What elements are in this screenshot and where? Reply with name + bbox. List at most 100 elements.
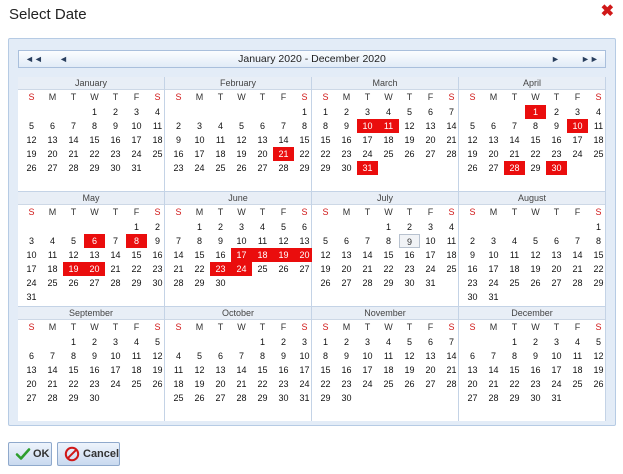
day-cell[interactable]: 30 xyxy=(399,276,420,290)
day-cell[interactable]: 18 xyxy=(252,248,273,262)
day-cell[interactable]: 10 xyxy=(21,248,42,262)
day-cell[interactable]: 18 xyxy=(378,133,399,147)
day-cell[interactable]: 14 xyxy=(504,133,525,147)
day-cell[interactable]: 15 xyxy=(126,248,147,262)
day-cell[interactable]: 17 xyxy=(189,147,210,161)
day-cell[interactable]: 12 xyxy=(399,349,420,363)
day-cell[interactable]: 12 xyxy=(273,234,294,248)
day-cell[interactable]: 20 xyxy=(84,262,105,276)
day-cell[interactable]: 13 xyxy=(252,133,273,147)
day-cell[interactable]: 25 xyxy=(504,276,525,290)
day-cell[interactable]: 5 xyxy=(63,234,84,248)
day-cell[interactable]: 13 xyxy=(42,133,63,147)
day-cell[interactable]: 27 xyxy=(252,161,273,175)
day-cell[interactable]: 8 xyxy=(63,349,84,363)
day-cell[interactable]: 8 xyxy=(315,349,336,363)
day-cell[interactable]: 18 xyxy=(42,262,63,276)
day-cell[interactable]: 20 xyxy=(252,147,273,161)
day-cell[interactable]: 1 xyxy=(84,105,105,119)
day-cell[interactable]: 13 xyxy=(546,248,567,262)
day-cell[interactable]: 18 xyxy=(588,133,609,147)
day-cell[interactable]: 24 xyxy=(105,377,126,391)
day-cell[interactable]: 30 xyxy=(336,161,357,175)
day-cell[interactable]: 9 xyxy=(399,234,420,248)
day-cell[interactable]: 27 xyxy=(336,276,357,290)
month-header[interactable]: April xyxy=(459,77,605,90)
month-header[interactable]: January xyxy=(18,77,164,90)
ok-button[interactable]: OK xyxy=(8,442,52,466)
day-cell[interactable]: 27 xyxy=(462,391,483,405)
day-cell[interactable]: 28 xyxy=(504,161,525,175)
day-cell[interactable]: 10 xyxy=(105,349,126,363)
day-cell[interactable]: 4 xyxy=(252,220,273,234)
day-cell[interactable]: 4 xyxy=(588,105,609,119)
day-cell[interactable]: 13 xyxy=(336,248,357,262)
day-cell[interactable]: 17 xyxy=(546,363,567,377)
month-header[interactable]: September xyxy=(18,307,164,320)
day-cell[interactable]: 3 xyxy=(357,335,378,349)
day-cell[interactable]: 19 xyxy=(399,363,420,377)
day-cell[interactable]: 10 xyxy=(567,119,588,133)
day-cell[interactable]: 9 xyxy=(168,133,189,147)
day-cell[interactable]: 11 xyxy=(378,119,399,133)
day-cell[interactable]: 30 xyxy=(546,161,567,175)
day-cell[interactable]: 10 xyxy=(126,119,147,133)
cancel-button[interactable]: Cancel xyxy=(57,442,120,466)
day-cell[interactable]: 12 xyxy=(231,133,252,147)
day-cell[interactable]: 11 xyxy=(567,349,588,363)
day-cell[interactable]: 24 xyxy=(483,276,504,290)
day-cell[interactable]: 27 xyxy=(483,161,504,175)
day-cell[interactable]: 5 xyxy=(21,119,42,133)
day-cell[interactable]: 21 xyxy=(63,147,84,161)
day-cell[interactable]: 29 xyxy=(189,276,210,290)
day-cell[interactable]: 9 xyxy=(273,349,294,363)
day-cell[interactable]: 6 xyxy=(420,335,441,349)
day-cell[interactable]: 2 xyxy=(462,234,483,248)
day-cell[interactable]: 28 xyxy=(42,391,63,405)
day-cell[interactable]: 4 xyxy=(210,119,231,133)
day-cell[interactable]: 15 xyxy=(504,363,525,377)
day-cell[interactable]: 26 xyxy=(21,161,42,175)
day-cell[interactable]: 19 xyxy=(399,133,420,147)
day-cell[interactable]: 29 xyxy=(315,161,336,175)
day-cell[interactable]: 22 xyxy=(588,262,609,276)
day-cell[interactable]: 11 xyxy=(504,248,525,262)
day-cell[interactable]: 10 xyxy=(546,349,567,363)
close-icon[interactable]: ✖ xyxy=(601,4,614,20)
day-cell[interactable]: 17 xyxy=(126,133,147,147)
day-cell[interactable]: 15 xyxy=(189,248,210,262)
day-cell[interactable]: 14 xyxy=(483,363,504,377)
day-cell[interactable]: 4 xyxy=(504,234,525,248)
next-page-icon[interactable]: ► xyxy=(551,53,560,65)
day-cell[interactable]: 15 xyxy=(378,248,399,262)
day-cell[interactable]: 20 xyxy=(483,147,504,161)
day-cell[interactable]: 5 xyxy=(315,234,336,248)
day-cell[interactable]: 5 xyxy=(273,220,294,234)
day-cell[interactable]: 7 xyxy=(567,234,588,248)
day-cell[interactable]: 6 xyxy=(336,234,357,248)
day-cell[interactable]: 1 xyxy=(126,220,147,234)
day-cell[interactable]: 14 xyxy=(273,133,294,147)
day-cell[interactable]: 17 xyxy=(231,248,252,262)
day-cell[interactable]: 12 xyxy=(525,248,546,262)
day-cell[interactable]: 1 xyxy=(315,335,336,349)
day-cell[interactable]: 4 xyxy=(42,234,63,248)
day-cell[interactable]: 15 xyxy=(315,133,336,147)
day-cell[interactable]: 13 xyxy=(462,363,483,377)
day-cell[interactable]: 19 xyxy=(315,262,336,276)
day-cell[interactable]: 15 xyxy=(525,133,546,147)
month-header[interactable]: October xyxy=(165,307,311,320)
day-cell[interactable]: 3 xyxy=(105,335,126,349)
day-cell[interactable]: 7 xyxy=(231,349,252,363)
day-cell[interactable]: 5 xyxy=(399,105,420,119)
day-cell[interactable]: 17 xyxy=(420,248,441,262)
day-cell[interactable]: 18 xyxy=(210,147,231,161)
day-cell[interactable]: 25 xyxy=(252,262,273,276)
day-cell[interactable]: 21 xyxy=(231,377,252,391)
day-cell[interactable]: 12 xyxy=(315,248,336,262)
day-cell[interactable]: 9 xyxy=(210,234,231,248)
day-cell[interactable]: 6 xyxy=(84,234,105,248)
day-cell[interactable]: 14 xyxy=(357,248,378,262)
day-cell[interactable]: 24 xyxy=(546,377,567,391)
day-cell[interactable]: 19 xyxy=(189,377,210,391)
